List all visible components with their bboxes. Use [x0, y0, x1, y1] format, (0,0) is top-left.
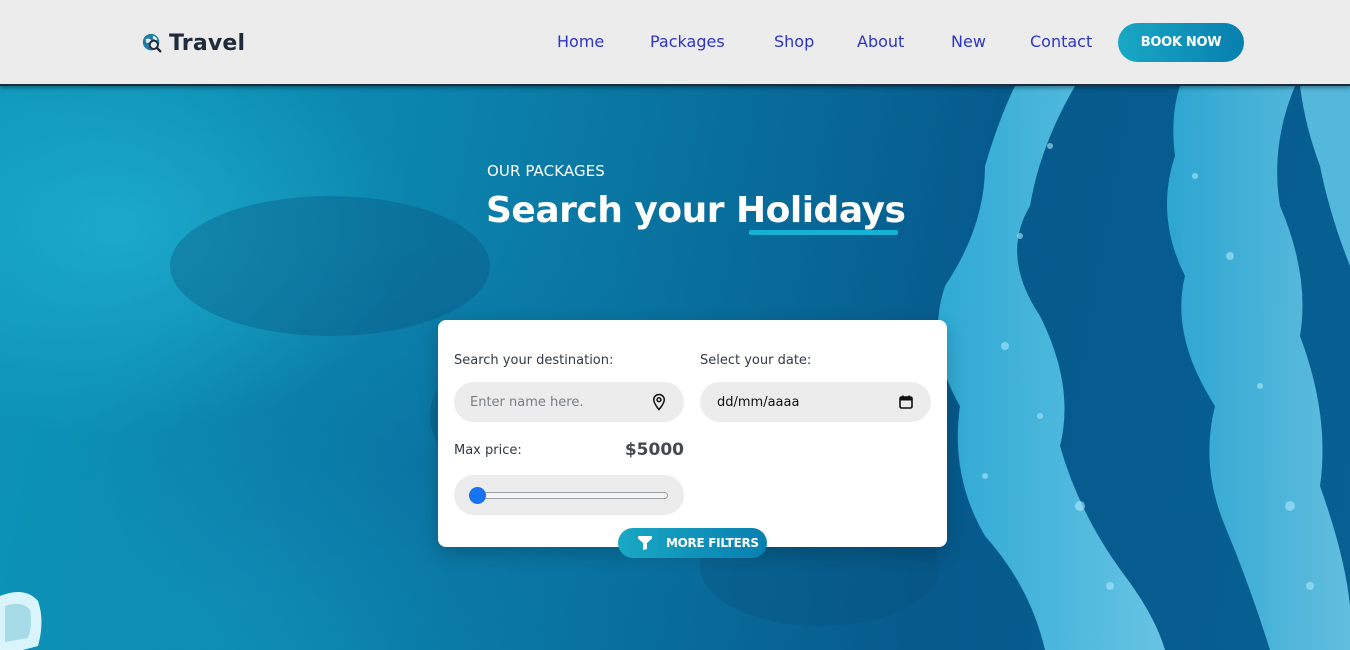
nav-shop[interactable]: Shop	[774, 30, 814, 54]
max-price-label: Max price:	[454, 443, 522, 458]
nav-new[interactable]: New	[951, 30, 986, 54]
date-label: Select your date:	[700, 353, 812, 368]
site-header: Travel Home Packages Shop About New Cont…	[0, 0, 1350, 86]
price-slider-track[interactable]	[473, 492, 668, 499]
more-filters-label: MORE FILTERS	[666, 536, 759, 550]
calendar-icon[interactable]	[899, 395, 913, 409]
more-filters-button[interactable]: MORE FILTERS	[618, 528, 767, 558]
map-pin-icon	[652, 393, 666, 411]
book-now-button[interactable]: BOOK NOW	[1118, 23, 1244, 62]
nav-contact[interactable]: Contact	[1030, 30, 1092, 54]
nav-about[interactable]: About	[857, 30, 904, 54]
nav-home[interactable]: Home	[557, 30, 604, 54]
max-price-value: $5000	[624, 440, 684, 460]
title-underline	[749, 230, 898, 235]
section-eyebrow: OUR PACKAGES	[487, 162, 605, 180]
hero-section: OUR PACKAGES Search your Holidays Search…	[0, 86, 1350, 650]
destination-field	[454, 382, 684, 422]
boat-image	[0, 592, 42, 650]
date-field[interactable]: dd/mm/aaaa	[700, 382, 931, 422]
funnel-icon	[638, 536, 652, 550]
price-slider-thumb[interactable]	[469, 487, 486, 504]
search-card: Search your destination: Select your dat…	[438, 320, 947, 547]
destination-label: Search your destination:	[454, 353, 614, 368]
nav-packages[interactable]: Packages	[650, 30, 725, 54]
page-title: Search your Holidays	[486, 190, 906, 231]
date-value: dd/mm/aaaa	[717, 394, 800, 410]
